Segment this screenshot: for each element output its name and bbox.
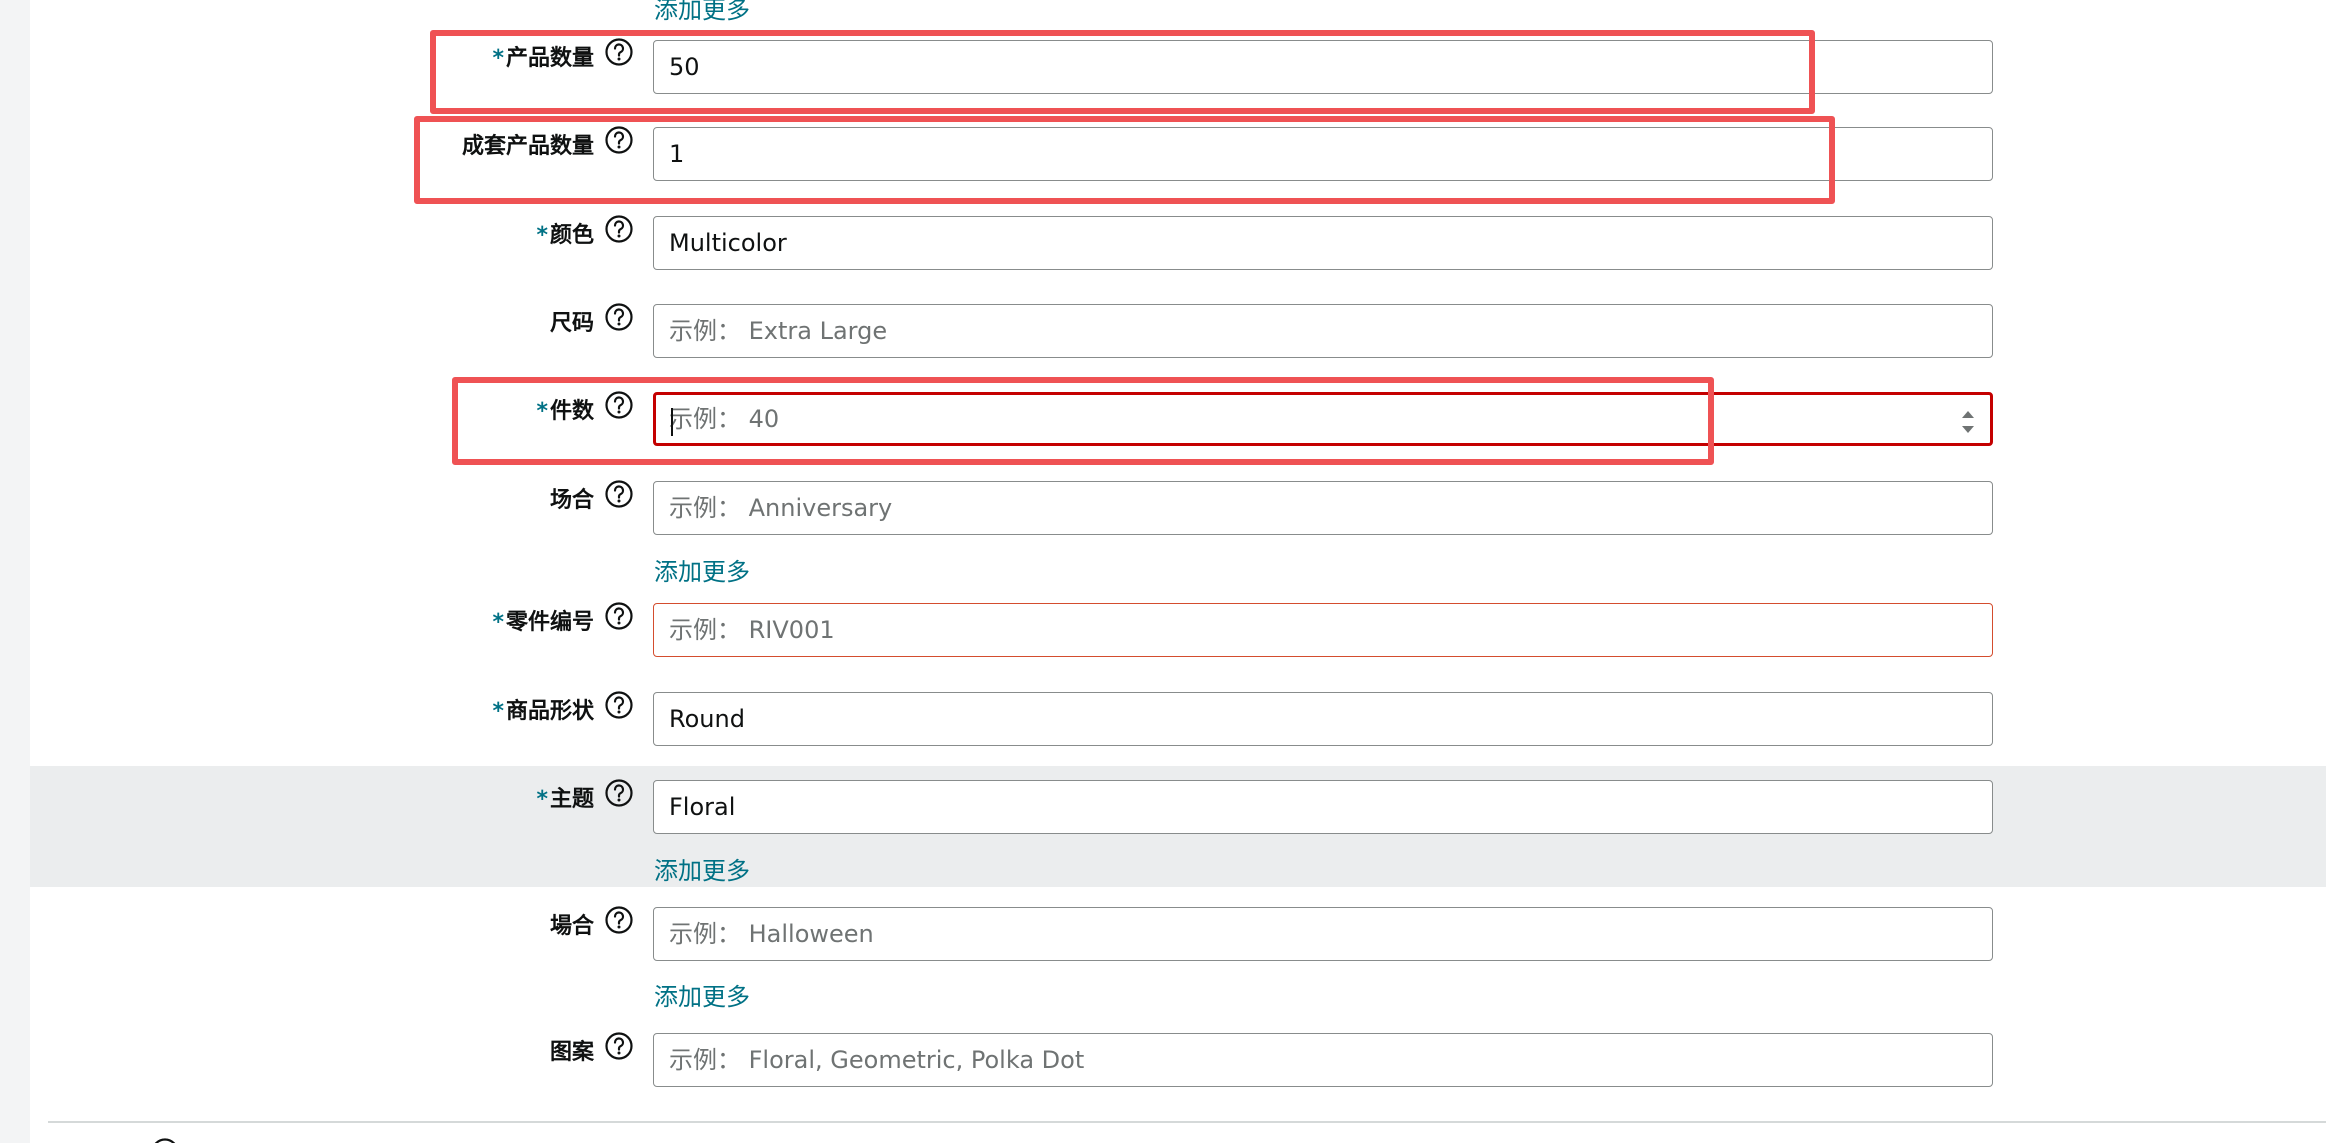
label-text: 場合 xyxy=(549,914,594,939)
label-piece-count: *件数 xyxy=(536,389,634,429)
label-set-quantity: 成套产品数量 xyxy=(462,124,634,164)
help-circle-icon[interactable] xyxy=(604,1031,634,1061)
help-circle-icon[interactable] xyxy=(604,778,634,808)
help-circle-icon[interactable] xyxy=(604,390,634,420)
required-marker: * xyxy=(492,46,504,71)
help-circle-icon[interactable] xyxy=(604,479,634,509)
product-quantity-field[interactable] xyxy=(653,40,1993,94)
required-marker: * xyxy=(536,787,548,812)
part-number-input[interactable] xyxy=(669,616,1992,644)
label-occasion: 场合 xyxy=(550,478,634,518)
size-field[interactable] xyxy=(653,304,1993,358)
label-text: 成套产品数量 xyxy=(461,134,594,159)
help-circle-icon[interactable] xyxy=(604,214,634,244)
label-part-number: *零件编号 xyxy=(492,600,634,640)
label-text: 商品形状 xyxy=(505,699,594,724)
size-input[interactable] xyxy=(669,317,1992,345)
spinner-arrows-icon[interactable] xyxy=(1958,407,1978,437)
label-size: 尺码 xyxy=(550,301,634,341)
help-circle-icon[interactable] xyxy=(604,601,634,631)
part-number-field[interactable] xyxy=(653,603,1993,657)
help-circle-icon[interactable] xyxy=(604,302,634,332)
set-quantity-field[interactable] xyxy=(653,127,1993,181)
set-quantity-input[interactable] xyxy=(669,140,1992,168)
label-text: 场合 xyxy=(549,488,594,513)
section-divider xyxy=(48,1121,2326,1123)
theme-input[interactable] xyxy=(669,793,1992,821)
label-text: 产品数量 xyxy=(505,46,594,71)
occasion-input[interactable] xyxy=(669,494,1992,522)
label-pattern: 图案 xyxy=(550,1030,634,1070)
occasion-type-field[interactable] xyxy=(653,907,1993,961)
item-shape-field[interactable] xyxy=(653,692,1993,746)
label-text: 零件编号 xyxy=(505,610,594,635)
label-text: 主题 xyxy=(549,787,594,812)
color-input[interactable] xyxy=(669,229,1992,257)
piece-count-input[interactable] xyxy=(669,405,1990,433)
label-color: *颜色 xyxy=(536,213,634,253)
occasion-field[interactable] xyxy=(653,481,1993,535)
label-text: 图案 xyxy=(549,1040,594,1065)
pattern-input[interactable] xyxy=(669,1046,1992,1074)
add-more-link-theme[interactable]: 添加更多 xyxy=(654,851,750,885)
label-item-shape: *商品形状 xyxy=(492,689,634,729)
label-text: 尺码 xyxy=(549,311,594,336)
item-shape-input[interactable] xyxy=(669,705,1992,733)
occasion-type-input[interactable] xyxy=(669,920,1992,948)
add-more-link-occasion[interactable]: 添加更多 xyxy=(654,552,750,586)
label-product-quantity: *产品数量 xyxy=(492,36,634,76)
help-circle-icon[interactable] xyxy=(604,905,634,935)
help-circle-icon[interactable] xyxy=(604,125,634,155)
piece-count-field[interactable] xyxy=(653,392,1993,446)
label-occasion-type: 場合 xyxy=(550,904,634,944)
help-circle-icon[interactable] xyxy=(604,690,634,720)
theme-field[interactable] xyxy=(653,780,1993,834)
label-theme: *主题 xyxy=(536,777,634,817)
add-more-link-occasion-type[interactable]: 添加更多 xyxy=(654,977,750,1011)
pattern-field[interactable] xyxy=(653,1033,1993,1087)
color-field[interactable] xyxy=(653,216,1993,270)
product-quantity-input[interactable] xyxy=(669,53,1992,81)
required-marker: * xyxy=(492,610,504,635)
label-text: 件数 xyxy=(549,399,594,424)
help-circle-icon[interactable] xyxy=(604,37,634,67)
required-marker: * xyxy=(536,399,548,424)
text-caret xyxy=(671,408,673,436)
add-more-link-top[interactable]: 添加更多 xyxy=(654,0,750,24)
required-marker: * xyxy=(492,699,504,724)
label-text: 颜色 xyxy=(549,223,594,248)
help-circle-icon xyxy=(150,1137,180,1143)
required-marker: * xyxy=(536,223,548,248)
